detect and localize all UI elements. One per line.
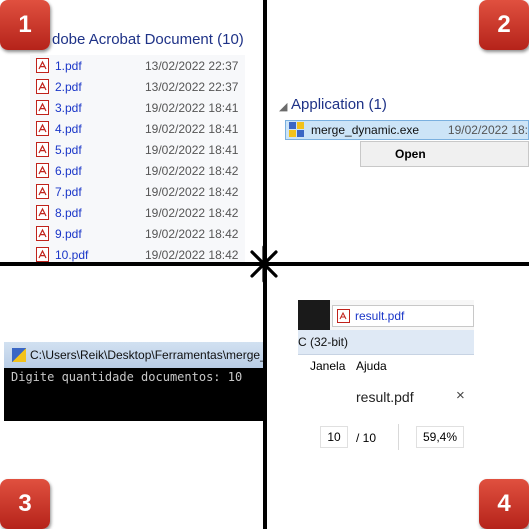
file-date: 19/02/2022 18:42	[145, 226, 239, 241]
file-date: 19/02/2022 18:42	[145, 163, 239, 178]
file-name: 8.pdf	[55, 205, 82, 220]
file-name: 10.pdf	[55, 247, 89, 262]
file-date: 19/02/2022 18:42	[145, 184, 239, 199]
cmd-window-title: C:\Users\Reik\Desktop\Ferramentas\merge_…	[30, 348, 263, 362]
file-item-result[interactable]: result.pdf	[332, 305, 474, 327]
exe-app-icon	[289, 122, 304, 137]
pdf-file-icon	[36, 79, 49, 94]
file-date: 19/02/2022 18:42	[145, 205, 239, 220]
menu-janela[interactable]: Janela	[310, 359, 345, 373]
viewer-title-bar[interactable]: C (32-bit)	[298, 330, 474, 355]
file-name: 4.pdf	[55, 121, 82, 136]
pdf-file-icon	[36, 142, 49, 157]
context-menu: Open	[360, 141, 529, 167]
zoom-value: 59,4%	[422, 430, 458, 444]
file-date: 13/02/2022 22:37	[145, 79, 239, 94]
file-row[interactable]: 9.pdf 19/02/2022 18:42	[36, 223, 262, 244]
file-row[interactable]: 7.pdf 19/02/2022 18:42	[36, 181, 262, 202]
file-date: 19/02/2022 18:41	[145, 100, 239, 115]
cmd-console-output: Digite quantidade documentos: 10	[11, 370, 243, 384]
cmd-window[interactable]: C:\Users\Reik\Desktop\Ferramentas\merge_…	[4, 342, 263, 421]
file-row[interactable]: 1.pdf 13/02/2022 22:37	[36, 55, 262, 76]
file-name: 2.pdf	[55, 79, 82, 94]
pdf-file-icon	[36, 58, 49, 73]
cmd-title-bar[interactable]: C:\Users\Reik\Desktop\Ferramentas\merge_…	[4, 342, 263, 368]
file-date: 19/02/2022 18:41	[145, 121, 239, 136]
file-name: 6.pdf	[55, 163, 82, 178]
file-date: 19/02/2022 18:41	[145, 142, 239, 157]
group-header-acrobat[interactable]: dobe Acrobat Document (10)	[52, 31, 244, 48]
pdf-file-icon	[36, 184, 49, 199]
file-row[interactable]: 6.pdf 19/02/2022 18:42	[36, 160, 262, 181]
context-menu-open[interactable]: Open	[395, 147, 426, 161]
asterisk-star-icon	[245, 245, 283, 283]
file-name: 1.pdf	[55, 58, 82, 73]
file-name: 3.pdf	[55, 100, 82, 115]
toolbar-separator	[398, 424, 399, 450]
exe-name: merge_dynamic.exe	[311, 123, 420, 137]
file-row[interactable]: 8.pdf 19/02/2022 18:42	[36, 202, 262, 223]
file-name: 5.pdf	[55, 142, 82, 157]
file-row[interactable]: 5.pdf 19/02/2022 18:41	[36, 139, 262, 160]
menu-ajuda[interactable]: Ajuda	[356, 359, 387, 373]
step-badge-3: 3	[0, 479, 50, 529]
pdf-file-icon	[36, 247, 49, 262]
pdf-file-icon	[36, 121, 49, 136]
panel-4-pdf-viewer: result.pdf C (32-bit) Janela Ajuda resul…	[298, 300, 474, 456]
document-tab[interactable]: result.pdf ×	[298, 380, 474, 412]
file-date: 19/02/2022 18:42	[145, 247, 239, 262]
viewer-title: C (32-bit)	[298, 335, 349, 349]
step-badge-1: 1	[0, 0, 50, 50]
file-row[interactable]: 2.pdf 13/02/2022 22:37	[36, 76, 262, 97]
page-number-input[interactable]: 10	[320, 426, 348, 448]
pdf-file-icon	[36, 205, 49, 220]
zoom-field[interactable]: 59,4%	[416, 426, 464, 448]
file-name: 9.pdf	[55, 226, 82, 241]
group-header-application[interactable]: Application (1)	[291, 96, 387, 113]
exe-row[interactable]: merge_dynamic.exe 19/02/2022 18:	[285, 120, 529, 140]
close-tab-icon[interactable]: ×	[456, 387, 465, 404]
viewer-menu-bar: Janela Ajuda	[298, 355, 474, 377]
pdf-file-icon	[36, 100, 49, 115]
page-current: 10	[327, 430, 341, 444]
file-row[interactable]: 3.pdf 19/02/2022 18:41	[36, 97, 262, 118]
step-badge-4: 4	[479, 479, 529, 529]
dark-strip	[298, 300, 330, 330]
collapse-triangle-icon[interactable]: ◢	[279, 100, 287, 113]
viewer-toolbar: 10 / 10 59,4%	[298, 420, 474, 456]
file-date: 13/02/2022 22:37	[145, 58, 239, 73]
page-total: / 10	[356, 431, 377, 445]
file-row[interactable]: 4.pdf 19/02/2022 18:41	[36, 118, 262, 139]
file-name: 7.pdf	[55, 184, 82, 199]
pdf-file-icon	[337, 309, 350, 323]
cmd-app-icon	[12, 348, 26, 362]
step-badge-2: 2	[479, 0, 529, 50]
pdf-file-icon	[36, 226, 49, 241]
tab-title: result.pdf	[356, 389, 414, 405]
exe-date: 19/02/2022 18:	[447, 123, 528, 137]
file-item-name: result.pdf	[355, 309, 405, 323]
pdf-file-icon	[36, 163, 49, 178]
